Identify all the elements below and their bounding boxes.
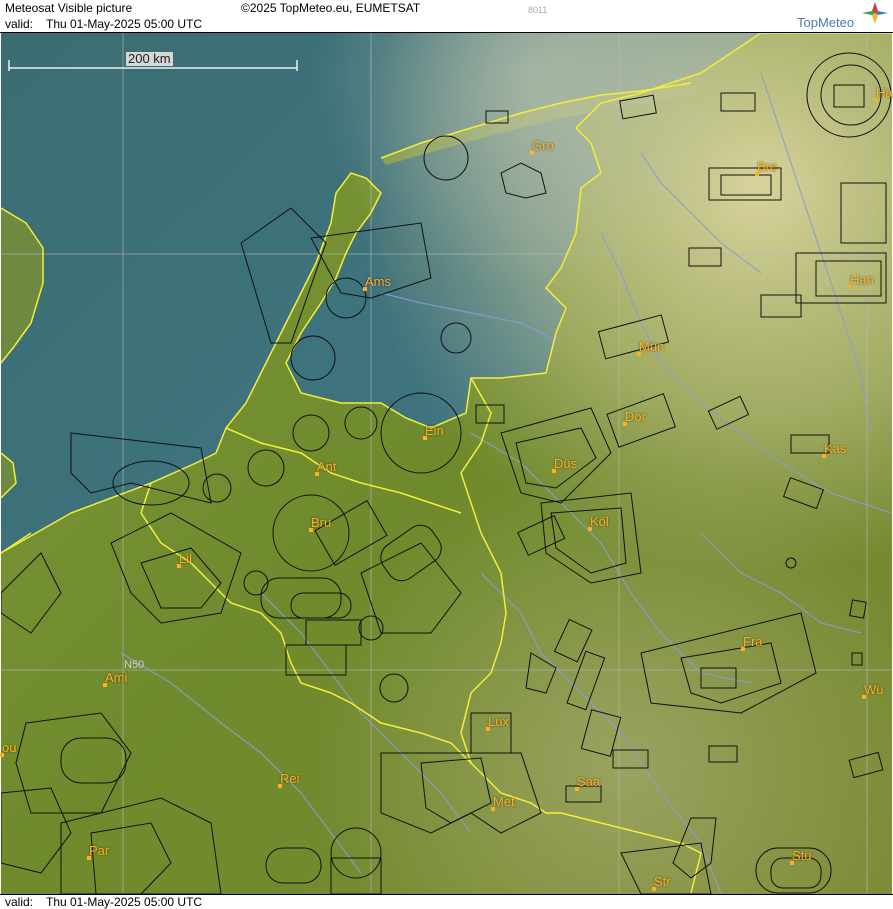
city-label-lil: Lil [179, 551, 193, 566]
map-window: Meteosat Visible picture ©2025 TopMeteo.… [0, 0, 893, 909]
city-label-str: Str [654, 874, 671, 889]
header-title: Meteosat Visible picture [5, 1, 133, 15]
city-label-saa: Saa [577, 774, 601, 789]
city-label-kas: Kas [824, 441, 847, 456]
city-label-ami: Ami [105, 670, 128, 685]
city-label-met: Met [493, 794, 515, 809]
city-label-köl: Köl [590, 514, 609, 529]
topmeteo-logo-icon [862, 2, 888, 24]
city-label-ou: ou [2, 740, 17, 755]
city-label-han: Han [850, 272, 874, 287]
city-label-rei: Rei [280, 771, 300, 786]
city-label-mün: Mün [639, 339, 665, 354]
brand-name: TopMeteo [797, 15, 855, 30]
city-label-wü: Wü [864, 682, 884, 697]
city-label-dor: Dor [625, 409, 646, 424]
city-label-par: Par [89, 843, 110, 858]
city-label-lux: Lux [488, 714, 509, 729]
city-label-bre: Bre [757, 159, 778, 174]
header-valid-label: valid: [5, 17, 34, 31]
grid-label-n50: N50 [124, 659, 145, 671]
scale-label: 200 km [126, 51, 173, 66]
city-label-stu: Stu [792, 848, 812, 863]
city-label-ha: Ha [876, 85, 893, 100]
city-label-düs: Düs [554, 456, 578, 471]
footer-valid-time: Thu 01-May-2025 05:00 UTC [46, 895, 203, 909]
city-label-ant: Ant [317, 459, 337, 474]
header-code: 8011 [528, 5, 548, 15]
header-valid-time: Thu 01-May-2025 05:00 UTC [46, 17, 203, 31]
header-copyright: ©2025 TopMeteo.eu, EUMETSAT [241, 1, 421, 15]
city-label-bru: Bru [311, 515, 332, 530]
footer-valid-label: valid: [5, 895, 34, 909]
city-label-fra: Fra [743, 634, 763, 649]
city-label-ams: Ams [365, 274, 391, 289]
city-label-gro: Gro [532, 138, 554, 153]
city-label-ein: Ein [425, 423, 444, 438]
